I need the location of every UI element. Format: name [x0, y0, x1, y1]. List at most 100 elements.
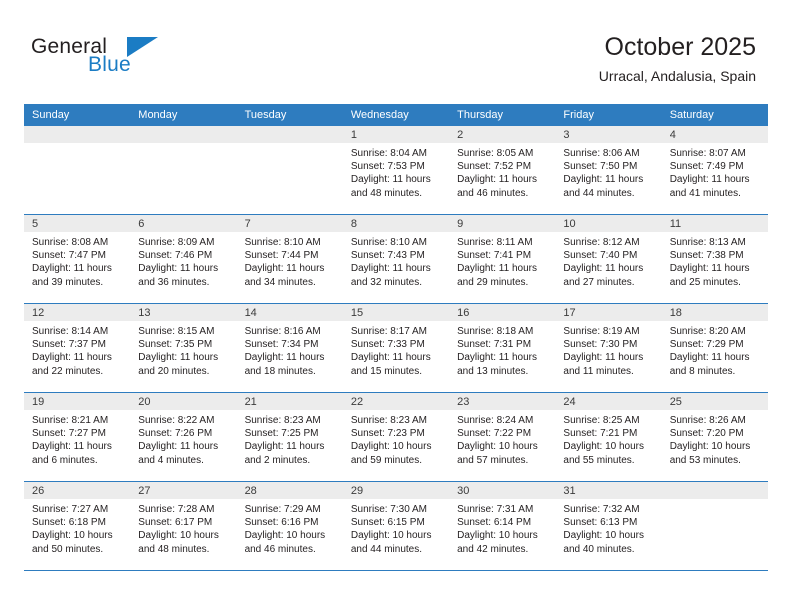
- day-sun-info: Sunrise: 8:23 AM Sunset: 7:25 PM Daylight:…: [237, 410, 343, 467]
- day-sun-info: Sunrise: 8:15 AM Sunset: 7:35 PM Daylight:…: [130, 321, 236, 378]
- calendar-day-cell[interactable]: 1 Sunrise: 8:04 AM Sunset: 7:53 PM Daylight…: [342, 126, 450, 214]
- daylight-text-line2: and 42 minutes.: [457, 543, 529, 555]
- daylight-text-line1: Daylight: 11 hours: [669, 352, 750, 364]
- calendar-day-cell[interactable]: 25 Sunrise: 8:26 AM Sunset: 7:20 PM Dayligh…: [661, 393, 768, 481]
- daylight-text-line1: Daylight: 11 hours: [563, 352, 644, 364]
- day-number: 6: [130, 215, 237, 232]
- calendar-day-cell[interactable]: 15 Sunrise: 8:17 AM Sunset: 7:33 PM Dayligh…: [342, 304, 450, 392]
- weekday-header-sunday: Sunday: [24, 104, 131, 126]
- calendar-day-cell[interactable]: 26 Sunrise: 7:27 AM Sunset: 6:18 PM Dayligh…: [24, 482, 131, 570]
- weekday-header-thursday: Thursday: [449, 104, 556, 126]
- day-cell-inner: 18 Sunrise: 8:20 AM Sunset: 7:29 PM Dayligh…: [661, 304, 768, 392]
- day-number: 15: [342, 304, 450, 321]
- sunset-text: Sunset: 7:37 PM: [32, 339, 106, 351]
- day-cell-inner: 8 Sunrise: 8:10 AM Sunset: 7:43 PM Daylight…: [342, 215, 450, 303]
- calendar-day-cell[interactable]: 24 Sunrise: 8:25 AM Sunset: 7:21 PM Dayligh…: [555, 393, 662, 481]
- sunset-text: Sunset: 7:47 PM: [32, 250, 106, 262]
- calendar-day-cell[interactable]: 9 Sunrise: 8:11 AM Sunset: 7:41 PM Daylight…: [449, 215, 556, 303]
- calendar-day-cell[interactable]: 14 Sunrise: 8:16 AM Sunset: 7:34 PM Dayligh…: [236, 304, 343, 392]
- daylight-text-line2: and 53 minutes.: [669, 454, 741, 466]
- day-sun-info: Sunrise: 8:06 AM Sunset: 7:50 PM Daylight:…: [555, 143, 661, 200]
- calendar-day-cell[interactable]: 21 Sunrise: 8:23 AM Sunset: 7:25 PM Dayligh…: [236, 393, 343, 481]
- calendar-day-cell[interactable]: 27 Sunrise: 7:28 AM Sunset: 6:17 PM Dayligh…: [130, 482, 237, 570]
- week-separator-line: [24, 570, 768, 571]
- calendar-day-cell[interactable]: 2 Sunrise: 8:05 AM Sunset: 7:52 PM Daylight…: [449, 126, 556, 214]
- calendar-day-cell[interactable]: 12 Sunrise: 8:14 AM Sunset: 7:37 PM Dayligh…: [24, 304, 131, 392]
- calendar-day-cell[interactable]: 23 Sunrise: 8:24 AM Sunset: 7:22 PM Dayligh…: [449, 393, 556, 481]
- daylight-text-line2: and 46 minutes.: [244, 543, 316, 555]
- sunrise-text: Sunrise: 8:23 AM: [350, 415, 427, 426]
- day-cell-inner: 12 Sunrise: 8:14 AM Sunset: 7:37 PM Dayligh…: [24, 304, 131, 392]
- daylight-text-line1: Daylight: 11 hours: [669, 263, 750, 275]
- day-cell-inner: 22 Sunrise: 8:23 AM Sunset: 7:23 PM Dayligh…: [342, 393, 450, 481]
- calendar-day-cell[interactable]: 16 Sunrise: 8:18 AM Sunset: 7:31 PM Dayligh…: [449, 304, 556, 392]
- day-cell-inner: 10 Sunrise: 8:12 AM Sunset: 7:40 PM Dayligh…: [555, 215, 662, 303]
- day-sun-info: Sunrise: 8:25 AM Sunset: 7:21 PM Daylight:…: [555, 410, 661, 467]
- calendar-day-cell[interactable]: 8 Sunrise: 8:10 AM Sunset: 7:43 PM Daylight…: [342, 215, 450, 303]
- calendar-day-cell[interactable]: 18 Sunrise: 8:20 AM Sunset: 7:29 PM Dayligh…: [661, 304, 768, 392]
- calendar-week-row: 26 Sunrise: 7:27 AM Sunset: 6:18 PM Dayligh…: [24, 482, 768, 570]
- calendar-day-cell[interactable]: 31 Sunrise: 7:32 AM Sunset: 6:13 PM Dayligh…: [555, 482, 662, 570]
- day-sun-info: Sunrise: 8:14 AM Sunset: 7:37 PM Daylight:…: [24, 321, 130, 378]
- sunset-text: Sunset: 7:21 PM: [563, 428, 638, 440]
- daylight-text-line1: Daylight: 11 hours: [669, 174, 750, 186]
- sunset-text: Sunset: 6:14 PM: [457, 517, 532, 529]
- day-sun-info: Sunrise: 7:28 AM Sunset: 6:17 PM Daylight:…: [130, 499, 236, 556]
- calendar-day-cell[interactable]: 7 Sunrise: 8:10 AM Sunset: 7:44 PM Daylight…: [236, 215, 343, 303]
- day-number: 9: [449, 215, 556, 232]
- sunset-text: Sunset: 7:31 PM: [457, 339, 532, 351]
- sunrise-text: Sunrise: 7:28 AM: [138, 504, 215, 515]
- calendar-day-cell[interactable]: 13 Sunrise: 8:15 AM Sunset: 7:35 PM Dayligh…: [130, 304, 237, 392]
- day-cell-inner: 2 Sunrise: 8:05 AM Sunset: 7:52 PM Daylight…: [449, 126, 556, 214]
- general-blue-logo: General Blue: [31, 36, 211, 88]
- day-sun-info: Sunrise: 8:26 AM Sunset: 7:20 PM Daylight:…: [662, 410, 768, 467]
- daylight-text-line1: Daylight: 11 hours: [138, 352, 219, 364]
- day-cell-inner: 30 Sunrise: 7:31 AM Sunset: 6:14 PM Dayligh…: [449, 482, 556, 570]
- calendar-day-cell[interactable]: 19 Sunrise: 8:21 AM Sunset: 7:27 PM Dayligh…: [24, 393, 131, 481]
- calendar-day-cell[interactable]: 4 Sunrise: 8:07 AM Sunset: 7:49 PM Daylight…: [661, 126, 768, 214]
- calendar-day-cell[interactable]: 10 Sunrise: 8:12 AM Sunset: 7:40 PM Dayligh…: [555, 215, 662, 303]
- day-cell-inner: 4 Sunrise: 8:07 AM Sunset: 7:49 PM Daylight…: [661, 126, 768, 214]
- daylight-text-line1: Daylight: 11 hours: [244, 441, 325, 453]
- calendar-day-cell[interactable]: 28 Sunrise: 7:29 AM Sunset: 6:16 PM Dayligh…: [236, 482, 343, 570]
- day-sun-info: Sunrise: 8:08 AM Sunset: 7:47 PM Daylight:…: [24, 232, 130, 289]
- day-number: 1: [342, 126, 450, 143]
- day-cell-inner: 11 Sunrise: 8:13 AM Sunset: 7:38 PM Dayligh…: [661, 215, 768, 303]
- calendar-day-cell[interactable]: 30 Sunrise: 7:31 AM Sunset: 6:14 PM Dayligh…: [449, 482, 556, 570]
- sunrise-text: Sunrise: 8:26 AM: [669, 415, 746, 426]
- calendar-day-cell[interactable]: 17 Sunrise: 8:19 AM Sunset: 7:30 PM Dayligh…: [555, 304, 662, 392]
- calendar-day-cell[interactable]: 5 Sunrise: 8:08 AM Sunset: 7:47 PM Daylight…: [24, 215, 131, 303]
- day-cell-inner: [130, 126, 237, 214]
- daylight-text-line2: and 41 minutes.: [669, 187, 741, 199]
- day-number: 28: [236, 482, 343, 499]
- sunrise-text: Sunrise: 8:10 AM: [244, 237, 321, 248]
- daylight-text-line2: and 50 minutes.: [32, 543, 104, 555]
- sunset-text: Sunset: 7:41 PM: [457, 250, 532, 262]
- sunrise-text: Sunrise: 8:10 AM: [350, 237, 427, 248]
- calendar-day-cell[interactable]: 6 Sunrise: 8:09 AM Sunset: 7:46 PM Daylight…: [130, 215, 237, 303]
- day-sun-info: Sunrise: 8:22 AM Sunset: 7:26 PM Daylight:…: [130, 410, 236, 467]
- triangle-icon: [127, 37, 158, 57]
- daylight-text-line2: and 2 minutes.: [244, 454, 311, 466]
- daylight-text-line2: and 34 minutes.: [244, 276, 316, 288]
- calendar-day-cell[interactable]: 20 Sunrise: 8:22 AM Sunset: 7:26 PM Dayligh…: [130, 393, 237, 481]
- sunrise-text: Sunrise: 8:19 AM: [563, 326, 640, 337]
- day-sun-info: Sunrise: 8:17 AM Sunset: 7:33 PM Daylight:…: [343, 321, 449, 378]
- calendar-week-row: 1 Sunrise: 8:04 AM Sunset: 7:53 PM Daylight…: [24, 126, 768, 214]
- daylight-text-line2: and 55 minutes.: [563, 454, 635, 466]
- sunrise-text: Sunrise: 8:20 AM: [669, 326, 746, 337]
- day-cell-inner: 9 Sunrise: 8:11 AM Sunset: 7:41 PM Daylight…: [449, 215, 556, 303]
- sunset-text: Sunset: 7:52 PM: [457, 161, 532, 173]
- day-cell-inner: 3 Sunrise: 8:06 AM Sunset: 7:50 PM Daylight…: [555, 126, 662, 214]
- calendar-day-cell[interactable]: 11 Sunrise: 8:13 AM Sunset: 7:38 PM Dayligh…: [661, 215, 768, 303]
- calendar-day-cell[interactable]: 22 Sunrise: 8:23 AM Sunset: 7:23 PM Dayligh…: [342, 393, 450, 481]
- calendar-cell-empty: [236, 126, 343, 214]
- sunset-text: Sunset: 7:30 PM: [563, 339, 638, 351]
- sunset-text: Sunset: 7:20 PM: [669, 428, 744, 440]
- day-sun-info: Sunrise: 8:23 AM Sunset: 7:23 PM Daylight:…: [343, 410, 449, 467]
- daylight-text-line2: and 57 minutes.: [457, 454, 529, 466]
- calendar-day-cell[interactable]: 29 Sunrise: 7:30 AM Sunset: 6:15 PM Dayligh…: [342, 482, 450, 570]
- sunset-text: Sunset: 7:35 PM: [138, 339, 213, 351]
- weekday-header-wednesday: Wednesday: [342, 104, 450, 126]
- calendar-day-cell[interactable]: 3 Sunrise: 8:06 AM Sunset: 7:50 PM Daylight…: [555, 126, 662, 214]
